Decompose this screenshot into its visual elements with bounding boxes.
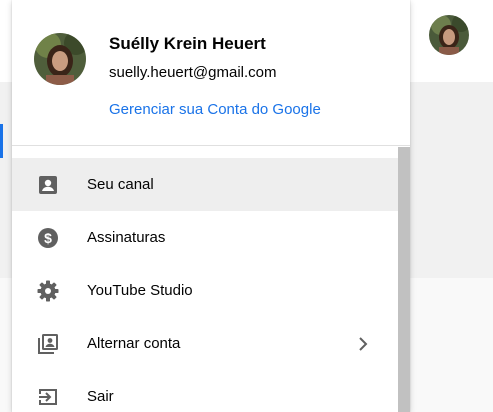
menu-item-label: Assinaturas xyxy=(87,229,166,246)
switch-account-icon xyxy=(38,334,58,354)
gear-icon xyxy=(37,280,59,302)
menu-item-your-channel[interactable]: Seu canal xyxy=(12,158,398,211)
chevron-right-icon xyxy=(359,337,368,351)
account-avatar xyxy=(34,33,86,85)
dollar-circle-icon: $ xyxy=(38,228,58,248)
topbar-avatar-button[interactable] xyxy=(429,15,469,55)
account-menu-list: Seu canal $ Assinaturas YouTube Studio A… xyxy=(12,158,398,412)
avatar-image xyxy=(429,15,469,55)
svg-text:$: $ xyxy=(44,230,52,246)
menu-item-youtube-studio[interactable]: YouTube Studio xyxy=(12,264,398,317)
menu-item-label: Sair xyxy=(87,388,114,405)
menu-item-label: Alternar conta xyxy=(87,335,181,352)
account-menu: Suélly Krein Heuert suelly.heuert@gmail.… xyxy=(12,0,410,412)
menu-scrollbar[interactable] xyxy=(398,147,410,412)
menu-item-sign-out[interactable]: Sair xyxy=(12,370,398,412)
manage-google-account-link[interactable]: Gerenciar sua Conta do Google xyxy=(109,101,321,118)
sign-out-icon xyxy=(39,389,57,405)
menu-item-switch-account[interactable]: Alternar conta xyxy=(12,317,398,370)
menu-item-subscriptions[interactable]: $ Assinaturas xyxy=(12,211,398,264)
account-email: suelly.heuert@gmail.com xyxy=(109,64,277,81)
account-box-icon xyxy=(39,176,57,194)
account-name: Suélly Krein Heuert xyxy=(109,34,266,53)
selection-accent xyxy=(0,124,3,158)
avatar-image xyxy=(34,33,86,85)
account-header: Suélly Krein Heuert suelly.heuert@gmail.… xyxy=(12,0,410,146)
menu-item-label: Seu canal xyxy=(87,176,154,193)
menu-item-label: YouTube Studio xyxy=(87,282,193,299)
